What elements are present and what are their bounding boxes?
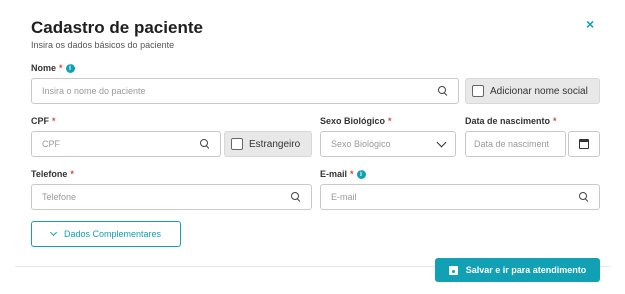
required-marker: * (59, 63, 63, 73)
email-label-text: E-mail (320, 169, 348, 179)
sexo-label: Sexo Biológico * (320, 116, 392, 126)
estrangeiro-checkbox[interactable] (231, 138, 243, 150)
email-placeholder: E-mail (331, 192, 357, 202)
cpf-input[interactable]: CPF (31, 131, 221, 157)
nome-input[interactable]: Insira o nome do paciente (31, 78, 459, 104)
nome-social-label: Adicionar nome social (490, 85, 588, 97)
estrangeiro-label: Estrangeiro (249, 138, 301, 150)
email-label: E-mail * i (320, 169, 366, 179)
cpf-label-text: CPF (31, 116, 49, 126)
telefone-input[interactable]: Telefone (31, 184, 312, 210)
close-icon[interactable]: × (586, 16, 594, 32)
search-icon[interactable] (200, 139, 210, 149)
telefone-placeholder: Telefone (42, 192, 77, 202)
nascimento-label: Data de nascimento * (465, 116, 557, 126)
chevron-down-icon[interactable] (436, 137, 447, 147)
nome-label-text: Nome (31, 63, 57, 73)
modal-subtitle: Insira os dados básicos do paciente (31, 40, 175, 50)
nascimento-input[interactable]: Data de nasciment (465, 131, 566, 157)
search-icon[interactable] (438, 86, 448, 96)
email-input[interactable]: E-mail (320, 184, 600, 210)
nascimento-placeholder: Data de nasciment (474, 139, 550, 149)
nome-social-checkbox[interactable] (472, 85, 484, 97)
chevron-down-icon (49, 228, 58, 237)
required-marker: * (350, 169, 354, 179)
telefone-label: Telefone * (31, 169, 74, 179)
estrangeiro-toggle[interactable]: Estrangeiro (224, 131, 312, 157)
info-icon[interactable]: i (65, 63, 75, 73)
search-icon[interactable] (579, 192, 589, 202)
dados-complementares-label: Dados Complementares (63, 229, 162, 239)
dados-complementares-button[interactable]: Dados Complementares (31, 221, 181, 247)
save-label: Salvar e ir para atendimento (465, 265, 587, 275)
search-icon[interactable] (291, 192, 301, 202)
required-marker: * (70, 169, 74, 179)
calendar-icon (579, 139, 589, 149)
calendar-button[interactable] (568, 131, 600, 157)
required-marker: * (553, 116, 557, 126)
nome-social-toggle[interactable]: Adicionar nome social (465, 78, 600, 104)
nome-label: Nome * i (31, 63, 75, 73)
save-icon (448, 265, 458, 275)
sexo-select[interactable]: Sexo Biológico (320, 131, 456, 157)
telefone-label-text: Telefone (31, 169, 68, 179)
sexo-placeholder: Sexo Biológico (331, 139, 391, 149)
required-marker: * (388, 116, 392, 126)
required-marker: * (52, 116, 56, 126)
info-icon[interactable]: i (356, 169, 366, 179)
cpf-label: CPF * (31, 116, 56, 126)
save-button[interactable]: Salvar e ir para atendimento (435, 258, 600, 282)
nome-placeholder: Insira o nome do paciente (42, 86, 146, 96)
modal-title: Cadastro de paciente (31, 18, 203, 37)
nascimento-label-text: Data de nascimento (465, 116, 551, 126)
sexo-label-text: Sexo Biológico (320, 116, 386, 126)
cpf-placeholder: CPF (42, 139, 60, 149)
